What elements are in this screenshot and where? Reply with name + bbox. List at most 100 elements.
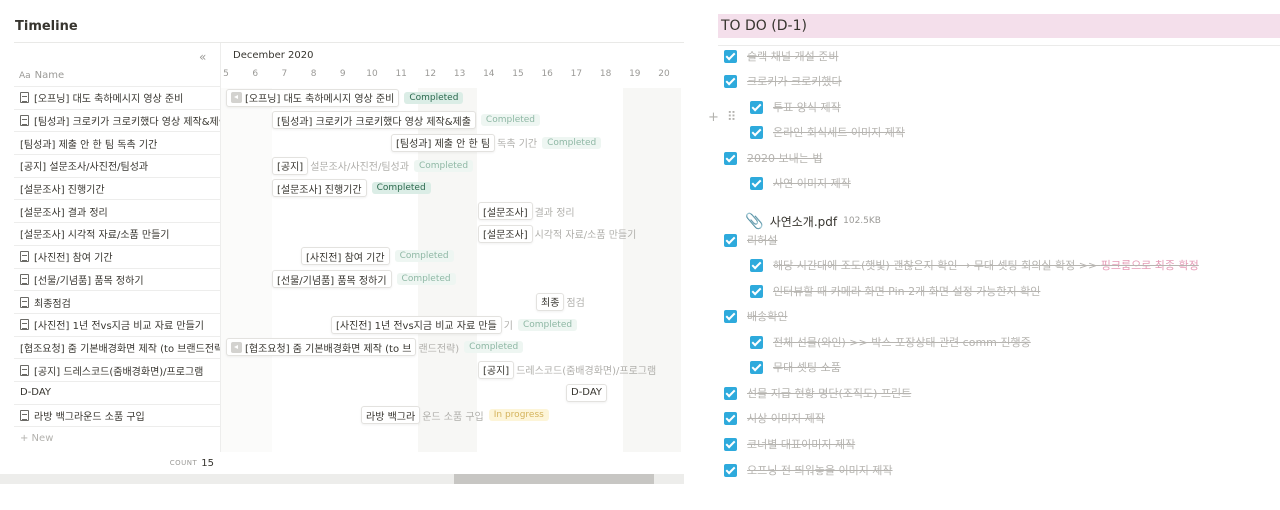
timeline-bar[interactable]: [설문조사] 진행기간 Completed (272, 179, 431, 198)
timeline-row[interactable]: [팀성과] 크로키가 크로키했다 영상 제작&제출 (14, 108, 220, 132)
timeline-row[interactable]: D-DAY (14, 380, 220, 404)
checkbox[interactable] (750, 284, 763, 298)
checkbox[interactable] (724, 151, 737, 165)
timeline-bar[interactable]: [공지] 드레스코드(줌배경화면)/프로그램 (478, 360, 656, 379)
timeline-row[interactable]: [설문조사] 진행기간 (14, 176, 220, 200)
timeline-bar[interactable]: D-DAY (566, 383, 608, 402)
todo-text[interactable]: 슬랙 채널 개설 준비 (747, 48, 838, 64)
todo-text[interactable]: 선물 지급 현황 명단(조직도) 프린트 (747, 385, 911, 401)
drag-handle-icon[interactable]: ⠿ (727, 110, 737, 125)
timeline-row[interactable]: [공지] 설문조사/사진전/팀성과 (14, 154, 220, 177)
todo-text[interactable]: 오프닝 전 띄워놓을 이미지 제작 (747, 462, 893, 478)
todo-text[interactable]: 코너별 대표이미지 제작 (747, 436, 855, 452)
timeline-row[interactable]: [사진전] 1년 전vs지금 비교 자료 만들기 (14, 312, 220, 336)
timeline-row[interactable]: [협조요청] 줌 기본배경화면 제작 (to 브랜드전략) (14, 335, 220, 359)
timeline-row[interactable]: 최종점검 (14, 290, 220, 313)
todo-text[interactable]: 인터뷰할 때 카메라 화면 Pin 2개 화면 설정 가능한지 확인 (773, 283, 1040, 299)
todo-text[interactable]: 시상 이미지 제작 (747, 410, 825, 426)
count-label: COUNT (169, 459, 198, 467)
bar-card[interactable]: [오프닝] 대도 축하메시지 영상 준비 (226, 88, 400, 107)
timeline-row[interactable]: [설문조사] 결과 정리 (14, 199, 220, 222)
todo-text[interactable]: 투표 양식 제작 (773, 99, 841, 115)
checkbox[interactable] (724, 49, 737, 63)
row-name: [팀성과] 크로키가 크로키했다 영상 제작&제출 (34, 117, 220, 129)
timeline-row[interactable]: [사진전] 참여 기간 (14, 244, 220, 268)
timeline-bar[interactable]: [선물/기념품] 품목 정하기 Completed (272, 270, 456, 289)
checkbox[interactable] (724, 386, 737, 400)
checkbox[interactable] (750, 360, 763, 374)
todo-text[interactable]: 무대 셋팅 소품 (773, 359, 841, 375)
todo-text-main: 무대 셋팅 소품 (773, 361, 841, 374)
timeline-row[interactable]: [팀성과] 제출 안 한 팀 독촉 기간 (14, 131, 220, 154)
todo-text[interactable]: 전체 선물(와인) >> 박스 포장상태 관련 comm 진행중 (773, 334, 1031, 350)
checkbox[interactable] (724, 411, 737, 425)
timeline-bar[interactable]: [설문조사] 시각적 자료/소품 만들기 (478, 224, 637, 243)
scroll-left-arrow-icon[interactable] (231, 341, 242, 353)
timeline-row[interactable]: 라방 백그라운드 소품 구입 (14, 403, 220, 427)
bar-card[interactable]: [설문조사] (478, 202, 533, 220)
checkbox[interactable] (724, 74, 737, 88)
checkbox[interactable] (724, 309, 737, 323)
timeline-bar[interactable]: [팀성과] 제출 안 한 팀 독촉 기간 Completed (391, 133, 602, 152)
file-size: 102.5KB (843, 216, 881, 226)
timeline-bar[interactable]: [팀성과] 크로키가 크로키했다 영상 제작&제출 Completed (272, 111, 541, 130)
todo-text[interactable]: 크로키가 크로키했다 (747, 73, 842, 89)
bar-card[interactable]: [설문조사] 진행기간 (272, 179, 367, 198)
timeline-row[interactable]: [선물/기념품] 품목 정하기 (14, 267, 220, 291)
bar-card[interactable]: 최종 (536, 292, 565, 311)
bar-card[interactable]: [팀성과] 제출 안 한 팀 (391, 133, 496, 152)
bar-card[interactable]: [협조요청] 줌 기본배경화면 제작 (to 브 (226, 338, 417, 357)
todo-text[interactable]: 2020 보내는 법 (747, 150, 822, 166)
timeline-bar[interactable]: [협조요청] 줌 기본배경화면 제작 (to 브 랜드전략) Completed (226, 338, 524, 357)
todo-text[interactable]: 온라인 회식세트 이미지 제작 (773, 124, 905, 140)
bar-card[interactable]: 라방 백그라 (361, 406, 421, 425)
name-column-header[interactable]: Aa Name (19, 70, 64, 81)
timeline-bar[interactable]: [오프닝] 대도 축하메시지 영상 준비 Completed (226, 88, 464, 107)
checkbox[interactable] (724, 233, 737, 247)
todo-text[interactable]: 배송확인 (747, 308, 787, 324)
timeline-bar[interactable]: 라방 백그라 운드 소품 구입 In progress (361, 406, 549, 425)
bar-label-overflow: 시각적 자료/소품 만들기 (534, 230, 637, 242)
collapse-icon[interactable]: « (199, 50, 206, 64)
timeline-bar[interactable]: [설문조사] 결과 정리 (478, 202, 575, 220)
scrollbar-thumb[interactable] (454, 474, 654, 484)
timeline-bar[interactable]: 최종 점검 (536, 292, 585, 311)
file-attachment[interactable]: 📎 사연소개.pdf 102.5KB (745, 212, 881, 230)
scroll-left-arrow-icon[interactable] (231, 92, 242, 103)
bar-card[interactable]: [사진전] 1년 전vs지금 비교 자료 만들 (331, 315, 502, 334)
new-row-button[interactable]: + New (14, 426, 220, 450)
todo-text[interactable]: 리허설 (747, 232, 777, 248)
timeline-title: Timeline (15, 19, 78, 34)
bar-card[interactable]: [선물/기념품] 품목 정하기 (272, 270, 392, 289)
timeline-bar[interactable]: [사진전] 1년 전vs지금 비교 자료 만들 기 Completed (331, 315, 578, 334)
checkbox[interactable] (724, 437, 737, 451)
todo-text[interactable]: 사연 이미지 제작 (773, 175, 851, 191)
todo-item: 온라인 회식세트 이미지 제작 (750, 122, 905, 142)
bar-card[interactable]: [설문조사] (478, 224, 533, 243)
bar-card[interactable]: [공지] (272, 156, 309, 175)
timeline-row[interactable]: [설문조사] 시각적 자료/소품 만들기 (14, 222, 220, 245)
bar-card[interactable]: D-DAY (566, 383, 608, 402)
timeline-row[interactable]: [공지] 드레스코드(줌배경화면)/프로그램 (14, 358, 220, 381)
todo-text[interactable]: 해당 시간대에 조도(햇빛) 괜찮은지 확인 → 무대 셋팅 회의실 확정 >>… (773, 257, 1199, 273)
bar-label: [팀성과] 크로키가 크로키했다 영상 제작&제출 (277, 116, 471, 128)
add-block-icon[interactable]: + (708, 110, 719, 125)
timeline-chart[interactable]: December 2020 5 6 7 8 9 10 11 12 13 14 15 16 17 18 19 2… (220, 43, 683, 452)
timeline-bar[interactable]: [공지] 설문조사/사진전/팀성과 Completed (272, 156, 474, 175)
bar-card[interactable]: [공지] (478, 360, 515, 379)
checkbox[interactable] (750, 125, 763, 139)
checkbox[interactable] (724, 463, 737, 477)
checkbox[interactable] (750, 258, 763, 272)
file-name[interactable]: 사연소개.pdf (770, 213, 837, 230)
block-handle[interactable]: + ⠿ (708, 110, 736, 125)
bar-card[interactable]: [팀성과] 크로키가 크로키했다 영상 제작&제출 (272, 111, 476, 130)
checkbox[interactable] (750, 335, 763, 349)
checkbox[interactable] (750, 176, 763, 190)
bar-label-overflow: 기 (503, 321, 513, 332)
timeline-bar[interactable]: [사진전] 참여 기간 Completed (301, 247, 454, 266)
todo-item: 코너별 대표이미지 제작 (724, 434, 855, 454)
row-name: [선물/기념품] 품목 정하기 (34, 275, 144, 287)
checkbox[interactable] (750, 100, 763, 114)
bar-card[interactable]: [사진전] 참여 기간 (301, 247, 390, 266)
timeline-row[interactable]: [오프닝] 대도 축하메시지 영상 준비 (14, 86, 220, 109)
